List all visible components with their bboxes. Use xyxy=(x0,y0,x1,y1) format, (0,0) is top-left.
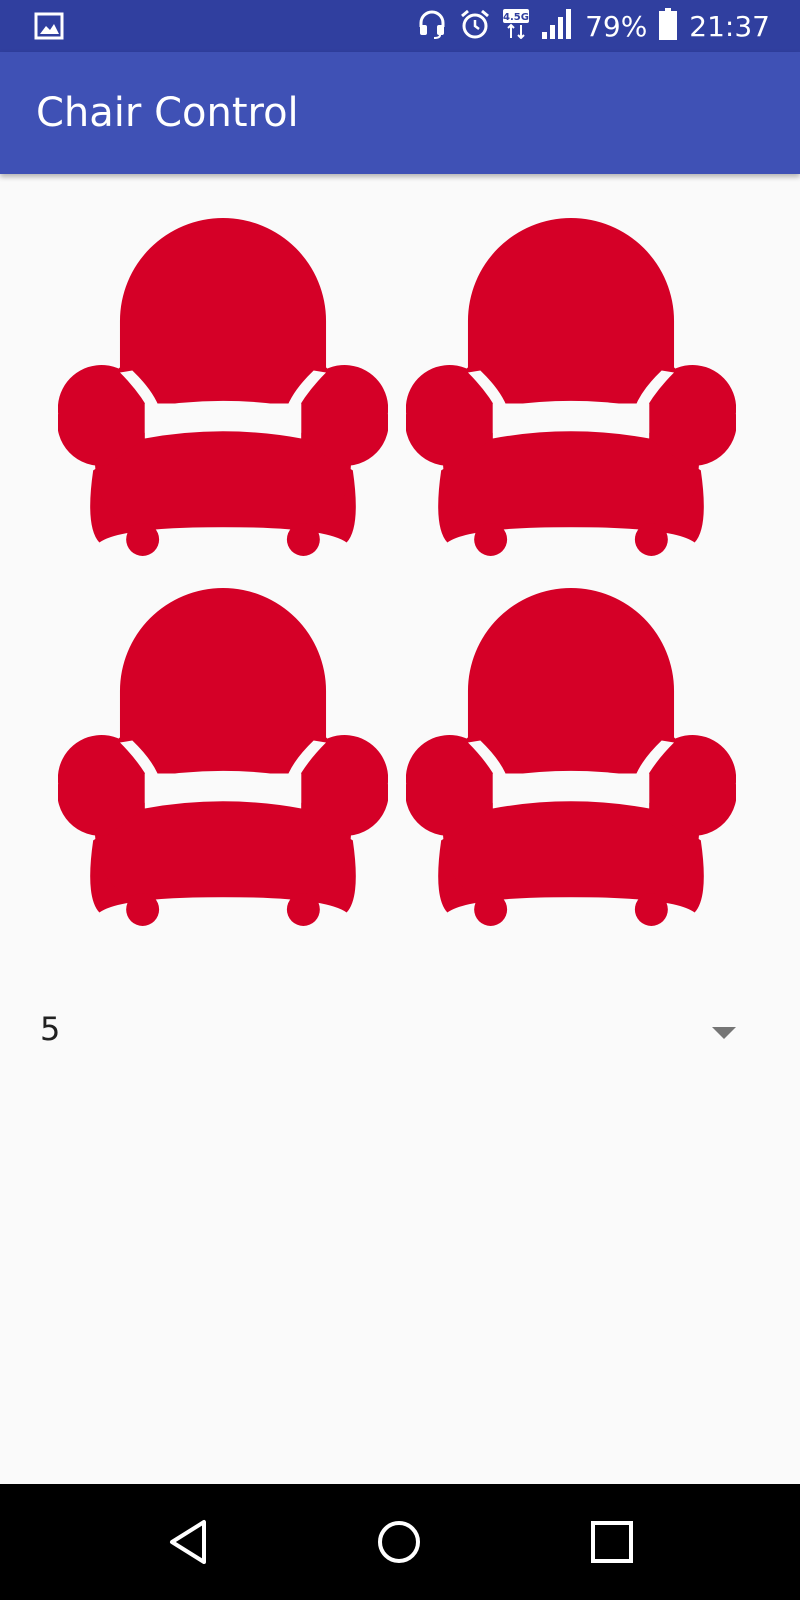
chair-2[interactable] xyxy=(406,218,736,558)
network-icon: 4.5G xyxy=(503,9,530,43)
armchair-icon xyxy=(406,588,736,926)
home-icon xyxy=(378,1521,420,1563)
value-spinner[interactable]: 5 xyxy=(0,990,800,1080)
page-title: Chair Control xyxy=(36,90,299,136)
battery-percent: 79% xyxy=(585,9,648,43)
image-icon xyxy=(34,12,64,40)
clock: 21:37 xyxy=(689,9,770,43)
network-type-label: 4.5G xyxy=(503,12,529,23)
armchair-icon xyxy=(58,588,388,926)
back-icon xyxy=(170,1520,206,1564)
armchair-icon xyxy=(406,218,736,556)
status-bar: 4.5G 79% 21:37 xyxy=(0,0,800,52)
navigation-bar xyxy=(0,1484,800,1600)
status-icons: 4.5G 79% 21:37 xyxy=(417,0,770,52)
home-button[interactable] xyxy=(371,1514,427,1570)
headset-icon xyxy=(417,9,447,43)
battery-icon xyxy=(659,8,678,44)
signal-icon xyxy=(541,8,573,44)
alarm-icon xyxy=(459,8,491,44)
chair-3[interactable] xyxy=(58,588,388,928)
app-bar: Chair Control xyxy=(0,52,800,174)
recents-icon xyxy=(591,1521,633,1563)
dropdown-arrow-icon xyxy=(712,1026,736,1040)
spinner-selected-value: 5 xyxy=(40,1010,61,1048)
chair-4[interactable] xyxy=(406,588,736,928)
back-button[interactable] xyxy=(162,1514,218,1570)
recents-button[interactable] xyxy=(584,1514,640,1570)
armchair-icon xyxy=(58,218,388,556)
chair-1[interactable] xyxy=(58,218,388,558)
